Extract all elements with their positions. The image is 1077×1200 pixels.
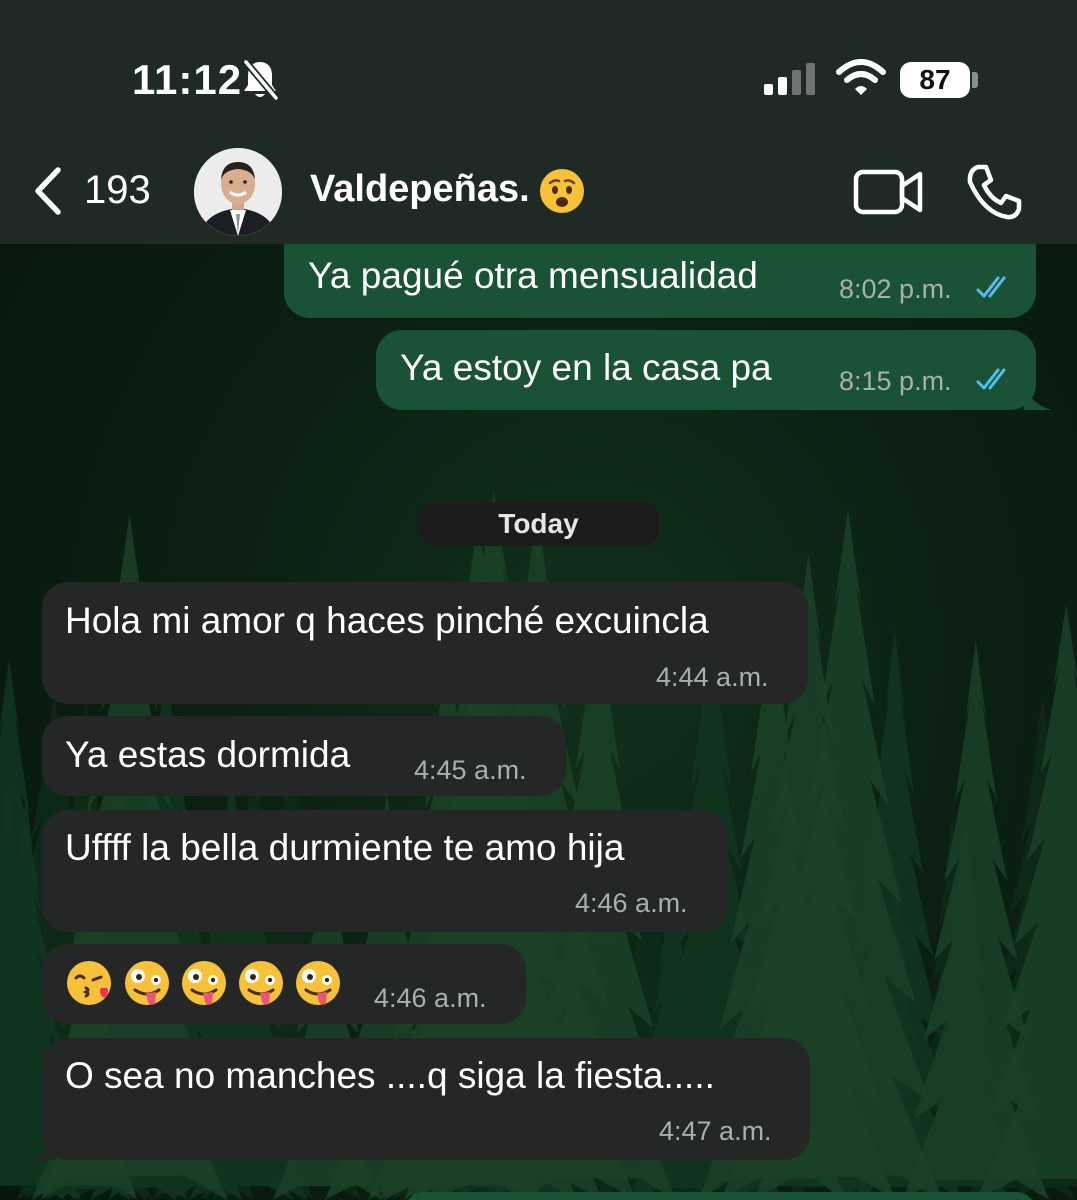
message-incoming[interactable]: Hola mi amor q haces pinché excuincla 4:… (42, 582, 808, 704)
kissing-heart-emoji-icon (67, 961, 111, 1005)
contact-avatar[interactable] (194, 148, 282, 236)
back-button[interactable]: 193 (26, 158, 166, 222)
message-time: 8:15 p.m. (839, 366, 952, 396)
bell-slash-icon (243, 59, 279, 101)
battery-level: 87 (919, 64, 951, 95)
worried-face-emoji-icon (540, 169, 584, 213)
wifi-icon (836, 59, 886, 95)
message-text: Ya estas dormida (65, 734, 351, 775)
message-outgoing-partial[interactable] (404, 1192, 1036, 1200)
message-time: 8:02 p.m. (839, 274, 952, 304)
zany-face-emoji-icon (182, 961, 226, 1005)
avatar-photo-icon (194, 148, 282, 236)
message-outgoing[interactable]: Ya estoy en la casa pa 8:15 p.m. (376, 330, 1036, 410)
battery-indicator: 87 (900, 62, 970, 98)
read-ticks-icon (976, 368, 1006, 390)
message-text: Hola mi amor q haces pinché excuincla (65, 600, 709, 641)
chevron-left-icon (35, 167, 61, 215)
cellular-signal-icon (764, 63, 815, 95)
message-time: 4:47 a.m. (659, 1116, 772, 1146)
message-outgoing[interactable]: Ya pagué otra mensualidad 8:02 p.m. (284, 244, 1036, 318)
message-incoming[interactable]: Uffff la bella durmiente te amo hija 4:4… (42, 810, 728, 932)
message-incoming[interactable]: Ya estas dormida 4:45 a.m. (42, 716, 566, 796)
contact-name[interactable]: Valdepeñas. (310, 168, 530, 211)
message-text: Ya estoy en la casa pa (400, 347, 772, 388)
chat-screen: 11:12 87 193 Valdepeñas. Ya pagué otra m… (0, 0, 1077, 1200)
message-time: 4:46 a.m. (575, 888, 688, 918)
zany-face-emoji-icon (296, 961, 340, 1005)
message-time: 4:45 a.m. (414, 755, 527, 785)
status-time: 11:12 (132, 56, 243, 103)
date-separator: Today (418, 502, 659, 546)
read-ticks-icon (976, 276, 1006, 298)
message-incoming[interactable]: O sea no manches ....q siga la fiesta...… (42, 1038, 810, 1160)
bubble-tail (1024, 380, 1052, 410)
phone-call-button[interactable] (964, 162, 1024, 222)
video-call-button[interactable] (852, 166, 924, 218)
zany-face-emoji-icon (125, 961, 169, 1005)
bubble-tail (28, 1130, 56, 1160)
chat-header: 11:12 87 193 Valdepeñas. (0, 0, 1077, 244)
zany-face-emoji-icon (239, 961, 283, 1005)
message-time: 4:46 a.m. (374, 983, 487, 1013)
message-time: 4:44 a.m. (656, 662, 769, 692)
message-text: O sea no manches ....q siga la fiesta...… (65, 1055, 715, 1096)
battery-cap (972, 72, 978, 88)
message-text: Uffff la bella durmiente te amo hija (65, 827, 625, 868)
message-incoming[interactable]: 4:46 a.m. (42, 944, 526, 1024)
unread-chats-count: 193 (84, 168, 151, 212)
message-text: Ya pagué otra mensualidad (308, 255, 758, 296)
